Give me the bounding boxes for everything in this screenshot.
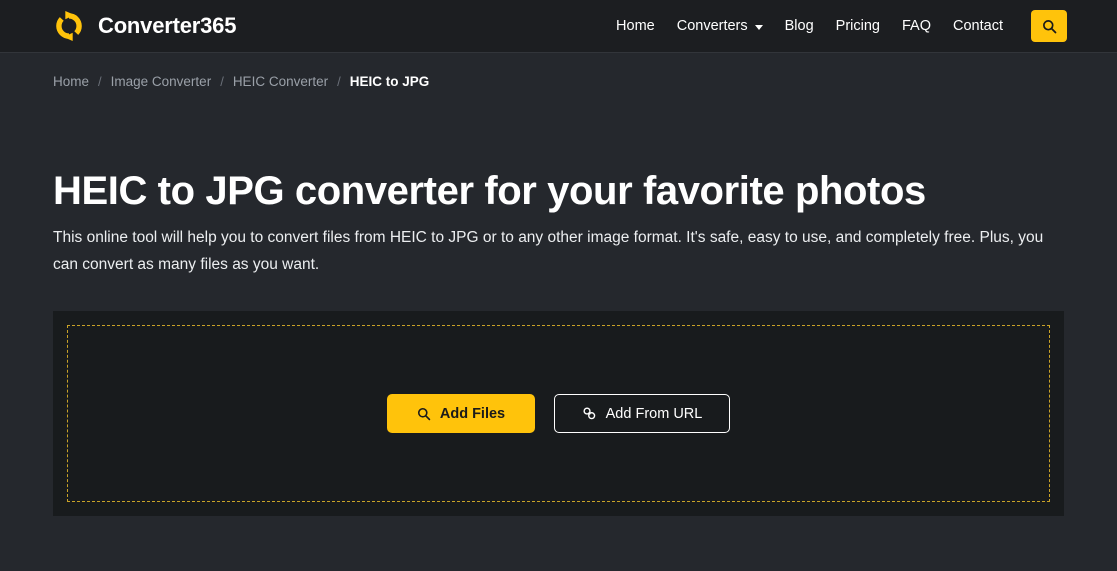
main-navigation: Home Converters Blog Pricing FAQ Contact (616, 10, 1067, 42)
nav-item-home[interactable]: Home (616, 18, 655, 34)
nav-label: Blog (784, 18, 814, 34)
breadcrumb: Home / Image Converter / HEIC Converter … (0, 53, 1117, 89)
nav-item-faq[interactable]: FAQ (902, 18, 931, 34)
brand-name: Converter365 (98, 13, 237, 38)
add-files-label: Add Files (439, 405, 506, 422)
upload-card: Add Files Add From URL (53, 311, 1064, 516)
nav-item-pricing[interactable]: Pricing (836, 18, 880, 34)
breadcrumb-item-current: HEIC to JPG (349, 74, 430, 89)
chevron-down-icon (754, 24, 763, 30)
breadcrumb-separator: / (98, 74, 102, 89)
add-from-url-button[interactable]: Add From URL (554, 394, 730, 433)
page-description: This online tool will help you to conver… (53, 229, 1044, 273)
add-from-url-label: Add From URL (605, 405, 703, 422)
site-header: Converter365 Home Converters Blog Pricin… (0, 0, 1117, 53)
breadcrumb-item-heic-converter[interactable]: HEIC Converter (233, 74, 328, 89)
breadcrumb-item-image-converter[interactable]: Image Converter (111, 74, 212, 89)
nav-item-contact[interactable]: Contact (953, 18, 1003, 34)
brand-logo-link[interactable]: Converter365 (52, 9, 236, 43)
breadcrumb-separator: / (337, 74, 341, 89)
link-icon (582, 406, 597, 421)
nav-label: Pricing (835, 18, 880, 34)
main-content: HEIC to JPG converter for your favorite … (0, 168, 1117, 516)
nav-item-blog[interactable]: Blog (785, 18, 814, 34)
nav-item-converters[interactable]: Converters (677, 18, 763, 34)
page-title: HEIC to JPG converter for your favorite … (53, 169, 926, 213)
breadcrumb-item-home[interactable]: Home (53, 74, 89, 89)
add-files-button[interactable]: Add Files (387, 394, 535, 433)
nav-label: FAQ (902, 18, 932, 34)
nav-label: Contact (953, 18, 1003, 34)
nav-label: Converters (676, 18, 748, 34)
file-dropzone[interactable]: Add Files Add From URL (67, 325, 1050, 502)
header-search-button[interactable] (1031, 10, 1067, 42)
breadcrumb-separator: / (220, 74, 224, 89)
search-icon (1042, 19, 1057, 34)
refresh-convert-icon (52, 9, 86, 43)
search-icon (417, 407, 431, 421)
nav-label: Home (616, 18, 655, 34)
